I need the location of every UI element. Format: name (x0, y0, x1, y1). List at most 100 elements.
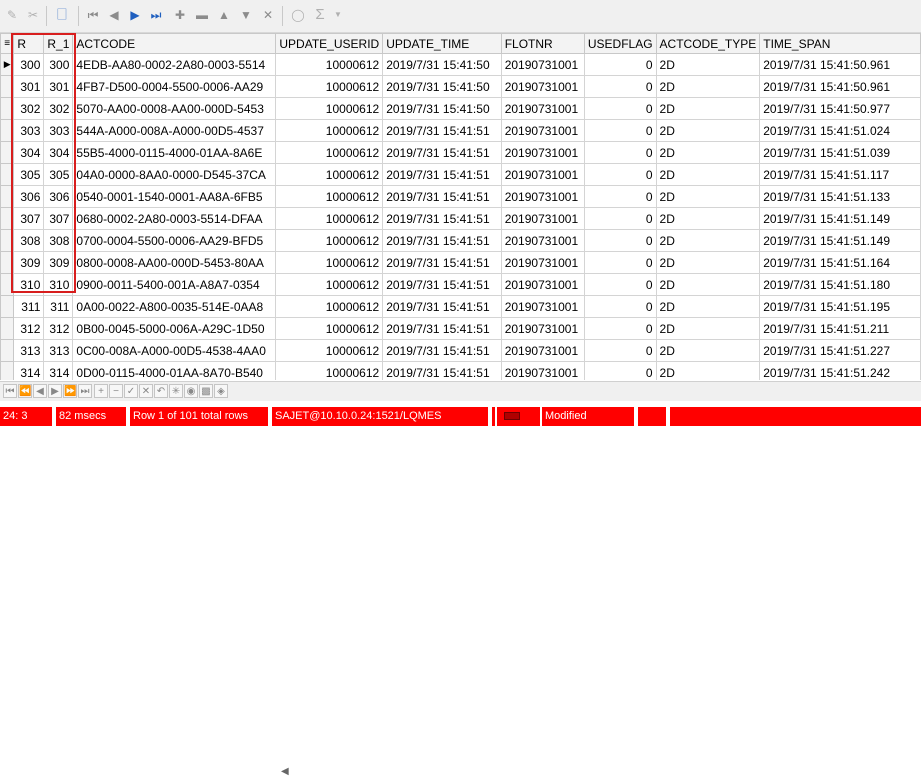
table-cell[interactable]: 2019/7/31 15:41:51 (382, 251, 502, 274)
table-cell[interactable]: 0D00-0115-4000-01AA-8A70-B540 (72, 361, 277, 380)
table-cell[interactable]: 0 (583, 97, 657, 120)
table-cell[interactable]: 10000612 (275, 207, 384, 230)
table-row[interactable]: 310 310 0900-0011-5400-001A-A8A7-0354 10000… (0, 273, 921, 296)
table-cell[interactable]: 2019/7/31 15:41:51.149 (759, 229, 921, 252)
table-cell[interactable]: 2019/7/31 15:41:51 (382, 229, 502, 252)
table-cell[interactable]: 305 (13, 163, 45, 186)
column-header[interactable]: R_1 (43, 33, 74, 54)
nav-filter-icon[interactable]: ◈ (214, 384, 228, 398)
table-cell[interactable]: 2019/7/31 15:41:51 (382, 141, 502, 164)
table-cell[interactable]: 2019/7/31 15:41:51.024 (759, 119, 921, 142)
table-cell[interactable]: 2D (655, 361, 761, 380)
nav-prev-page-icon[interactable]: ⏪ (18, 384, 32, 398)
table-cell[interactable]: 20190731001 (500, 295, 585, 318)
table-cell[interactable]: 310 (43, 273, 74, 296)
table-cell[interactable]: 2019/7/31 15:41:51.133 (759, 185, 921, 208)
table-cell[interactable]: 309 (13, 251, 45, 274)
table-cell[interactable]: 10000612 (275, 229, 384, 252)
row-indicator[interactable] (0, 317, 15, 340)
table-cell[interactable]: 55B5-4000-0115-4000-01AA-8A6E (72, 141, 277, 164)
row-indicator[interactable] (0, 185, 15, 208)
column-header[interactable]: UPDATE_TIME (382, 33, 502, 54)
table-row[interactable]: 304 304 55B5-4000-0115-4000-01AA-8A6E 10000… (0, 141, 921, 164)
table-cell[interactable]: 312 (13, 317, 45, 340)
table-cell[interactable]: 2019/7/31 15:41:51 (382, 317, 502, 340)
nav-edit-icon[interactable]: ✓ (124, 384, 138, 398)
table-cell[interactable]: 310 (13, 273, 45, 296)
table-cell[interactable]: 0 (583, 273, 657, 296)
nav-first-icon[interactable]: ⏮ (3, 384, 17, 398)
nav-bookmark-icon[interactable]: ◉ (184, 384, 198, 398)
table-cell[interactable]: 2019/7/31 15:41:51 (382, 163, 502, 186)
table-row[interactable]: 312 312 0B00-0045-5000-006A-A29C-1D50 10000… (0, 317, 921, 340)
column-header[interactable]: ACTCODE_TYPE (655, 33, 761, 54)
table-cell[interactable]: 2D (655, 75, 761, 98)
table-row[interactable]: 313 313 0C00-008A-A000-00D5-4538-4AA0 10000… (0, 339, 921, 362)
table-cell[interactable]: 2019/7/31 15:41:50 (382, 53, 502, 76)
table-cell[interactable]: 0 (583, 75, 657, 98)
table-cell[interactable]: 2019/7/31 15:41:51.227 (759, 339, 921, 362)
table-cell[interactable]: 2019/7/31 15:41:50 (382, 97, 502, 120)
table-cell[interactable]: 2D (655, 97, 761, 120)
table-row[interactable]: 309 309 0800-0008-AA00-000D-5453-80AA 10000… (0, 251, 921, 274)
table-cell[interactable]: 10000612 (275, 97, 384, 120)
table-cell[interactable]: 2019/7/31 15:41:51.242 (759, 361, 921, 380)
table-cell[interactable]: 10000612 (275, 163, 384, 186)
cancel-icon[interactable]: ✕ (259, 6, 277, 24)
down-icon[interactable]: ▼ (237, 6, 255, 24)
table-cell[interactable]: 2019/7/31 15:41:51.149 (759, 207, 921, 230)
row-indicator[interactable] (0, 295, 15, 318)
table-cell[interactable]: 20190731001 (500, 97, 585, 120)
table-cell[interactable]: 2019/7/31 15:41:51.211 (759, 317, 921, 340)
table-cell[interactable]: 0 (583, 339, 657, 362)
table-cell[interactable]: 2019/7/31 15:41:51 (382, 207, 502, 230)
row-indicator[interactable] (0, 361, 15, 380)
table-cell[interactable]: 0 (583, 163, 657, 186)
table-cell[interactable]: 20190731001 (500, 273, 585, 296)
table-cell[interactable]: 0 (583, 295, 657, 318)
insert-icon[interactable]: ✚ (171, 6, 189, 24)
dropdown-icon[interactable]: ▼ (329, 6, 347, 24)
first-record-icon[interactable]: ⏮ (84, 6, 102, 24)
table-cell[interactable]: 2D (655, 229, 761, 252)
table-cell[interactable]: 2019/7/31 15:41:51.164 (759, 251, 921, 274)
table-cell[interactable]: 2019/7/31 15:41:51.180 (759, 273, 921, 296)
table-row[interactable]: 308 308 0700-0004-5500-0006-AA29-BFD5 10000… (0, 229, 921, 252)
nav-post-icon[interactable]: ✕ (139, 384, 153, 398)
table-cell[interactable]: 2D (655, 163, 761, 186)
row-indicator[interactable] (0, 273, 15, 296)
table-cell[interactable]: 20190731001 (500, 163, 585, 186)
table-cell[interactable]: 2019/7/31 15:41:50 (382, 75, 502, 98)
table-cell[interactable]: 20190731001 (500, 207, 585, 230)
filter-icon[interactable]: ◯ (289, 6, 307, 24)
table-cell[interactable]: 306 (13, 185, 45, 208)
table-cell[interactable]: 10000612 (275, 361, 384, 380)
prior-record-icon[interactable]: ◀ (105, 6, 123, 24)
table-cell[interactable]: 2D (655, 295, 761, 318)
table-cell[interactable]: 0B00-0045-5000-006A-A29C-1D50 (72, 317, 277, 340)
table-cell[interactable]: 0 (583, 53, 657, 76)
table-cell[interactable]: 4FB7-D500-0004-5500-0006-AA29 (72, 75, 277, 98)
last-record-icon[interactable]: ⏭ (147, 6, 165, 24)
table-cell[interactable]: 0900-0011-5400-001A-A8A7-0354 (72, 273, 277, 296)
table-cell[interactable]: 10000612 (275, 317, 384, 340)
table-cell[interactable]: 20190731001 (500, 185, 585, 208)
table-cell[interactable]: 305 (43, 163, 74, 186)
table-cell[interactable]: 2D (655, 317, 761, 340)
table-cell[interactable]: 302 (13, 97, 45, 120)
sum-icon[interactable]: Σ (311, 6, 329, 24)
column-header[interactable]: TIME_SPAN (759, 33, 921, 54)
row-indicator[interactable] (0, 163, 15, 186)
select-all-icon[interactable]: ≡ (0, 33, 15, 54)
table-cell[interactable]: 2019/7/31 15:41:50.961 (759, 75, 921, 98)
table-cell[interactable]: 20190731001 (500, 75, 585, 98)
table-cell[interactable]: 2D (655, 53, 761, 76)
table-cell[interactable]: 2019/7/31 15:41:51 (382, 185, 502, 208)
remove-record-icon[interactable]: ✂ (24, 6, 42, 24)
table-cell[interactable]: 303 (43, 119, 74, 142)
table-row[interactable]: 301 301 4FB7-D500-0004-5500-0006-AA29 10000… (0, 75, 921, 98)
table-cell[interactable]: 10000612 (275, 119, 384, 142)
table-cell[interactable]: 313 (13, 339, 45, 362)
refresh-icon[interactable]: 🗌 (53, 6, 71, 24)
row-indicator[interactable] (0, 97, 15, 120)
